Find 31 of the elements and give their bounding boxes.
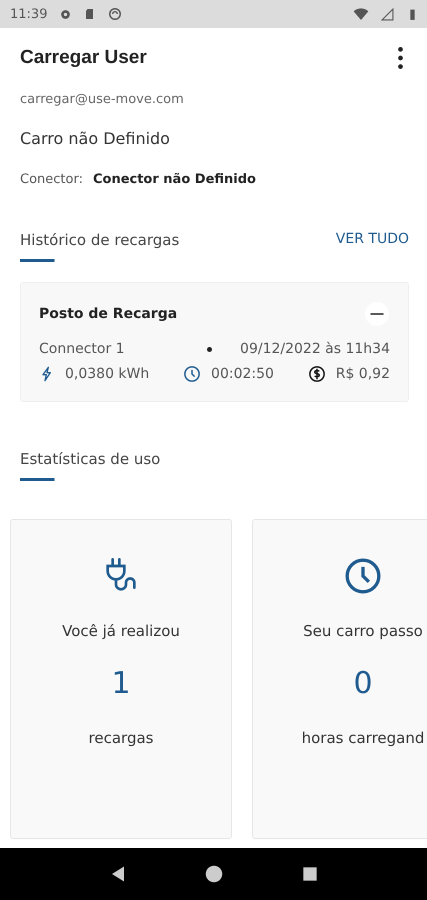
recharge-date: 09/12/2022 às 11h34 xyxy=(240,341,390,357)
signal-icon xyxy=(381,8,394,20)
status-time: 11:39 xyxy=(10,6,48,22)
stat-unit: horas carregand xyxy=(302,729,424,747)
stat-caption: Seu carro passo xyxy=(303,622,423,640)
duration-value: 00:02:50 xyxy=(211,366,274,382)
see-all-link[interactable]: VER TUDO xyxy=(336,231,409,247)
stat-value: 0 xyxy=(353,666,373,701)
connector-value: Conector não Definido xyxy=(92,172,256,187)
section-title: Estatísticas de uso xyxy=(20,450,160,481)
dot-icon xyxy=(207,346,212,352)
station-name: Posto de Recarga xyxy=(39,306,178,322)
car-status: Carro não Definido xyxy=(20,129,171,148)
page-title: Carregar User xyxy=(20,47,147,69)
user-email: carregar@use-move.com xyxy=(20,92,185,107)
dollar-icon xyxy=(308,365,326,383)
stat-value: 1 xyxy=(111,666,131,701)
home-icon xyxy=(205,865,224,883)
section-title: Histórico de recargas xyxy=(20,231,180,262)
clock-icon xyxy=(343,556,383,596)
stat-caption: Você já realizou xyxy=(62,622,180,640)
clock-icon xyxy=(183,365,202,383)
energy-value: 0,0380 kWh xyxy=(65,366,150,382)
connector-label: Conector: xyxy=(20,172,83,187)
price-value: R$ 0,92 xyxy=(336,366,390,382)
stat-unit: recargas xyxy=(88,729,154,747)
more-menu-icon[interactable] xyxy=(398,47,403,69)
recharge-card[interactable]: Posto de Recarga Connector 1 09/12/2022 às 11h34 0,0380 kWh 00:02:50 R$ 0,92 xyxy=(20,282,409,402)
connector-name: Connector 1 xyxy=(39,341,125,357)
wifi-icon xyxy=(353,6,369,22)
recents-icon xyxy=(302,866,318,882)
